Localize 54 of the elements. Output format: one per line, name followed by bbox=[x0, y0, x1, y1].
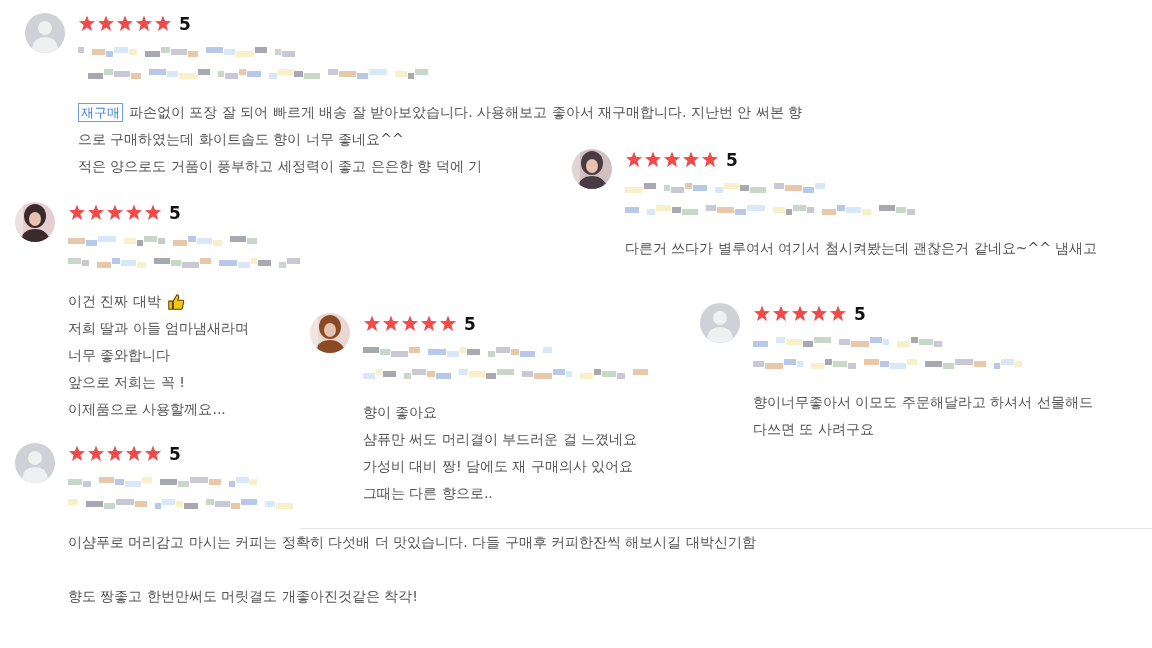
star-icon bbox=[135, 15, 153, 33]
star-icon bbox=[701, 151, 719, 169]
star-icon bbox=[829, 305, 847, 323]
review-text: 이제품으로 사용할께요... bbox=[68, 400, 226, 419]
star-icon bbox=[106, 204, 124, 222]
review-text: 너무 좋와합니다 bbox=[68, 346, 171, 365]
review-text: 저희 딸과 아들 엄마냄새라며 bbox=[68, 319, 250, 338]
star-icon bbox=[644, 151, 662, 169]
review-text: 적은 양으로도 거품이 풍부하고 세정력이 좋고 은은한 향 덕에 기 bbox=[78, 157, 483, 176]
review-text: 샴퓨만 써도 머리결이 부드러운 걸 느꼈네요 bbox=[363, 430, 638, 449]
review-text: 으로 구매하였는데 화이트솝도 향이 너무 좋네요^^ bbox=[78, 130, 404, 149]
review-text: 다른거 쓰다가 별루여서 여기서 첨시켜봤는데 괜찮은거 같네요~^^ 냄새고 bbox=[625, 239, 1098, 258]
repurchase-tag: 재구매 bbox=[78, 103, 123, 122]
star-icon bbox=[420, 315, 438, 333]
review-text: 다쓰면 또 사려구요 bbox=[753, 420, 874, 439]
star-icon bbox=[154, 15, 172, 33]
star-icon bbox=[125, 445, 143, 463]
review-text: 파손없이 포장 잘 되어 빠르게 배송 잘 받아보았습니다. 사용해보고 좋아서 재구매합니다. 지난번 안 써본 향 bbox=[129, 103, 803, 122]
rating-score: 5 bbox=[464, 314, 476, 334]
star-icon bbox=[68, 204, 86, 222]
star-icon bbox=[144, 204, 162, 222]
review-text: 향도 짱좋고 한번만써도 머릿결도 개좋아진것같은 착각! bbox=[68, 587, 418, 606]
star-icon bbox=[106, 445, 124, 463]
star-icon bbox=[87, 445, 105, 463]
star-icon bbox=[116, 15, 134, 33]
review-text: 향이너무좋아서 이모도 주문해달라고 하셔서 선물해드 bbox=[753, 393, 1093, 412]
star-icon bbox=[68, 445, 86, 463]
review-text: 가성비 대비 짱! 담에도 재 구매의사 있어요 bbox=[363, 457, 634, 476]
star-icon bbox=[125, 204, 143, 222]
star-icon bbox=[625, 151, 643, 169]
rating-score: 5 bbox=[854, 304, 866, 324]
star-icon bbox=[363, 315, 381, 333]
star-icon bbox=[791, 305, 809, 323]
rating-score: 5 bbox=[169, 203, 181, 223]
star-icon bbox=[663, 151, 681, 169]
review-text: 앞으로 저희는 꼭 ! bbox=[68, 373, 185, 392]
star-icon bbox=[753, 305, 771, 323]
star-icon bbox=[439, 315, 457, 333]
star-icon bbox=[97, 15, 115, 33]
review-text: 이건 진짜 대박 bbox=[68, 292, 161, 311]
star-icon bbox=[78, 15, 96, 33]
review-text: 그때는 다른 향으로.. bbox=[363, 484, 493, 503]
star-icon bbox=[810, 305, 828, 323]
star-icon bbox=[682, 151, 700, 169]
star-icon bbox=[87, 204, 105, 222]
rating-score: 5 bbox=[726, 150, 738, 170]
star-icon bbox=[144, 445, 162, 463]
star-icon bbox=[401, 315, 419, 333]
rating-score: 5 bbox=[179, 14, 191, 34]
review-text: 향이 좋아요 bbox=[363, 403, 438, 422]
review-text: 이샴푸로 머리감고 마시는 커피는 정확히 다섯배 더 맛있습니다. 다들 구매후 커피한잔씩 해보시길 대박신기함 bbox=[68, 533, 756, 552]
rating-score: 5 bbox=[169, 444, 181, 464]
star-icon bbox=[382, 315, 400, 333]
star-icon bbox=[772, 305, 790, 323]
